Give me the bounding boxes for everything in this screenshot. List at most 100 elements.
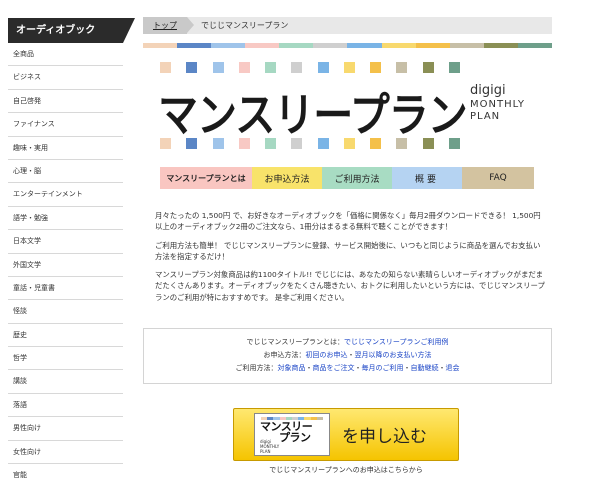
link-monthly-usage[interactable]: 毎月のご利用 bbox=[362, 364, 404, 372]
logo-square bbox=[343, 138, 355, 149]
sidebar-item-ghost-stories[interactable]: 怪談 bbox=[8, 300, 123, 324]
strip-segment bbox=[415, 43, 450, 48]
link-usage-example[interactable]: でじじマンスリープランご利用例 bbox=[344, 338, 448, 346]
logo-square bbox=[317, 62, 329, 73]
sidebar-item-psychology[interactable]: 心理・脳 bbox=[8, 160, 123, 184]
sidebar-item-sensual[interactable]: 官能 bbox=[8, 464, 123, 483]
links-separator: ・ bbox=[354, 364, 362, 372]
strip-segment bbox=[347, 43, 382, 48]
apply-logo-sub: digigi MONTHLY PLAN bbox=[260, 439, 279, 454]
logo-square bbox=[448, 62, 460, 73]
logo-square bbox=[212, 62, 224, 73]
link-first-application[interactable]: 初回のお申込 bbox=[306, 351, 348, 359]
logo-square bbox=[186, 138, 198, 149]
strip-segment bbox=[381, 43, 416, 48]
sidebar-item-children[interactable]: 童話・児童書 bbox=[8, 277, 123, 301]
logo-square bbox=[186, 62, 198, 73]
logo-square bbox=[370, 138, 382, 149]
links-separator: ・ bbox=[347, 351, 355, 359]
sidebar-item-for-men[interactable]: 男性向け bbox=[8, 417, 123, 441]
logo-square bbox=[343, 62, 355, 73]
sidebar-item-rakugo[interactable]: 落語 bbox=[8, 394, 123, 418]
sidebar-item-all[interactable]: 全商品 bbox=[8, 43, 123, 67]
strip-segment bbox=[483, 43, 518, 48]
logo-wordmark: マンスリープラン bbox=[158, 89, 468, 143]
logo-square bbox=[396, 62, 408, 73]
logo-square bbox=[370, 62, 382, 73]
links-separator: ・ bbox=[403, 364, 411, 372]
logo-monthly: MONTHLY bbox=[470, 99, 525, 110]
strip-segment bbox=[517, 43, 552, 48]
logo-square bbox=[265, 138, 277, 149]
logo-plan: PLAN bbox=[470, 111, 501, 122]
links-row-about-label: でじじマンスリープランとは： bbox=[246, 338, 344, 346]
tab-about[interactable]: マンスリープランとは bbox=[160, 167, 252, 189]
tab-overview[interactable]: 概要 bbox=[392, 167, 462, 189]
apply-button-label: を申し込む bbox=[342, 427, 427, 447]
strip-segment bbox=[143, 43, 178, 48]
tab-usage[interactable]: ご利用方法 bbox=[322, 167, 392, 189]
color-strip bbox=[143, 43, 552, 48]
logo-square bbox=[291, 62, 303, 73]
logo-square bbox=[422, 62, 434, 73]
links-row-usage-label: ご利用方法： bbox=[235, 364, 278, 372]
links-row-apply: お申込方法：初回のお申込・翌月以降のお支払い方法 bbox=[144, 349, 551, 362]
intro-paragraph-1: 月々たったの 1,500円 で、お好きなオーディオブックを「価格に関係なく」毎月… bbox=[155, 211, 541, 232]
logo-digigi: digigi bbox=[470, 83, 506, 98]
links-separator: ・ bbox=[438, 364, 446, 372]
links-separator: ・ bbox=[305, 364, 313, 372]
sidebar: オーディオブック 全商品 ビジネス 自己啓発 ファイナンス 趣味・実用 心理・脳… bbox=[8, 18, 135, 483]
logo-square bbox=[238, 62, 250, 73]
logo-square bbox=[238, 138, 250, 149]
strip-segment bbox=[177, 43, 212, 48]
sidebar-list: 全商品 ビジネス 自己啓発 ファイナンス 趣味・実用 心理・脳 エンターテインメ… bbox=[8, 43, 123, 483]
logo-square bbox=[212, 138, 224, 149]
sidebar-item-self-help[interactable]: 自己啓発 bbox=[8, 90, 123, 114]
strip-segment bbox=[245, 43, 280, 48]
sidebar-item-kodan[interactable]: 講談 bbox=[8, 370, 123, 394]
sidebar-item-language[interactable]: 語学・勉強 bbox=[8, 207, 123, 231]
breadcrumb-current: でじじマンスリープラン bbox=[201, 21, 289, 30]
breadcrumb-home-link[interactable]: トップ bbox=[143, 17, 194, 34]
apply-button[interactable]: マンスリー プラン digigi MONTHLY PLAN を申し込む bbox=[233, 408, 459, 461]
intro-paragraph-3: マンスリープラン対象商品は約1100タイトル!! でじじには、あなたの知らない素… bbox=[155, 270, 545, 302]
sidebar-item-hobby[interactable]: 趣味・実用 bbox=[8, 137, 123, 160]
logo-squares-top bbox=[160, 62, 460, 73]
sidebar-item-business[interactable]: ビジネス bbox=[8, 66, 123, 90]
apply-caption: でじじマンスリープランへのお申込はこちらから bbox=[269, 466, 423, 474]
links-row-apply-label: お申込方法： bbox=[263, 351, 306, 359]
sidebar-item-finance[interactable]: ファイナンス bbox=[8, 113, 123, 137]
sidebar-heading: オーディオブック bbox=[8, 18, 135, 43]
breadcrumb: トップ でじじマンスリープラン bbox=[143, 17, 552, 34]
intro-text: 月々たったの 1,500円 で、お好きなオーディオブックを「価格に関係なく」毎月… bbox=[155, 210, 545, 310]
logo-square bbox=[291, 138, 303, 149]
sidebar-item-entertainment[interactable]: エンターテインメント bbox=[8, 183, 123, 207]
link-target-products[interactable]: 対象商品 bbox=[278, 364, 306, 372]
sidebar-item-history[interactable]: 歴史 bbox=[8, 324, 123, 348]
logo-square bbox=[396, 138, 408, 149]
intro-paragraph-2: ご利用方法も簡単！ でじじマンスリープランに登録、サービス開始後に、いつもと同じ… bbox=[155, 240, 541, 261]
apply-logo-line2: プラン bbox=[279, 431, 311, 444]
apply-button-logo: マンスリー プラン digigi MONTHLY PLAN bbox=[254, 413, 330, 456]
link-order-products[interactable]: 商品をご注文 bbox=[313, 364, 355, 372]
link-cancel[interactable]: 退会 bbox=[446, 364, 460, 372]
logo-side-text: digigi MONTHLY PLAN bbox=[470, 84, 525, 123]
tab-faq[interactable]: FAQ bbox=[462, 167, 534, 189]
strip-segment bbox=[313, 43, 348, 48]
logo-square bbox=[160, 62, 171, 73]
link-auto-renew[interactable]: 自動継続 bbox=[411, 364, 439, 372]
sidebar-item-japanese-literature[interactable]: 日本文学 bbox=[8, 230, 123, 254]
links-row-about: でじじマンスリープランとは：でじじマンスリープランご利用例 bbox=[144, 336, 551, 349]
plan-tabs: マンスリープランとは お申込方法 ご利用方法 概要 FAQ bbox=[160, 167, 534, 189]
strip-segment bbox=[449, 43, 484, 48]
logo-square bbox=[422, 138, 434, 149]
sidebar-item-for-women[interactable]: 女性向け bbox=[8, 441, 123, 465]
sidebar-item-philosophy[interactable]: 哲学 bbox=[8, 347, 123, 371]
sidebar-item-foreign-literature[interactable]: 外国文学 bbox=[8, 254, 123, 277]
strip-segment bbox=[316, 417, 324, 420]
logo-squares-bottom bbox=[160, 138, 460, 149]
logo-square bbox=[317, 138, 329, 149]
link-payment-method[interactable]: 翌月以降のお支払い方法 bbox=[355, 351, 432, 359]
links-row-usage: ご利用方法：対象商品・商品をご注文・毎月のご利用・自動継続・退会 bbox=[144, 362, 551, 375]
tab-apply[interactable]: お申込方法 bbox=[252, 167, 322, 189]
